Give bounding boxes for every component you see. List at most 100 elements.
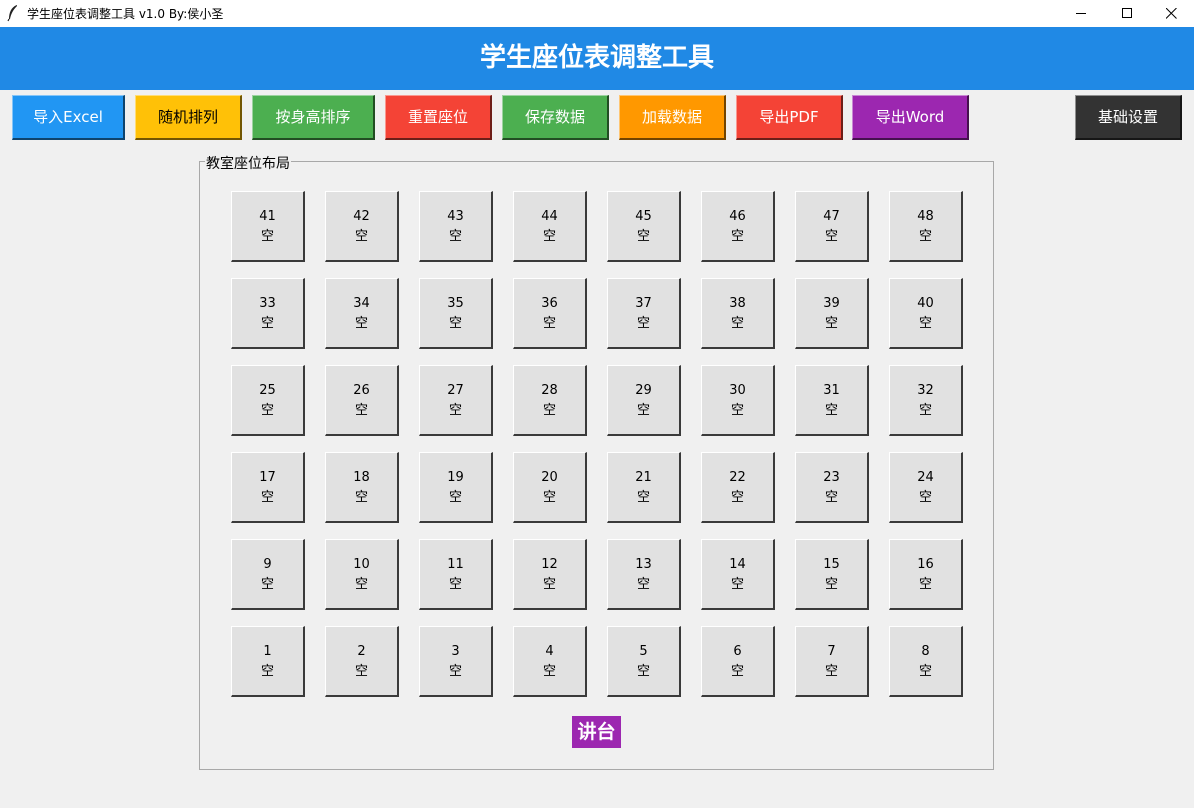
save-data-button[interactable]: 保存数据 bbox=[502, 95, 609, 140]
seat-status: 空 bbox=[260, 664, 274, 679]
seat-button[interactable]: 41 空 bbox=[231, 191, 305, 262]
seat-button[interactable]: 30 空 bbox=[701, 365, 775, 436]
seat-number: 12 bbox=[541, 557, 558, 572]
seat-button[interactable]: 31 空 bbox=[795, 365, 869, 436]
seat-number: 11 bbox=[447, 557, 464, 572]
random-arrange-button[interactable]: 随机排列 bbox=[135, 95, 242, 140]
seat-button[interactable]: 21 空 bbox=[607, 452, 681, 523]
export-word-button[interactable]: 导出Word bbox=[852, 95, 969, 140]
seat-status: 空 bbox=[354, 490, 368, 505]
seat-button[interactable]: 15 空 bbox=[795, 539, 869, 610]
seat-button[interactable]: 6空 bbox=[701, 626, 775, 697]
seat-button[interactable]: 29 空 bbox=[607, 365, 681, 436]
seat-button[interactable]: 28 空 bbox=[513, 365, 587, 436]
seat-button[interactable]: 36 空 bbox=[513, 278, 587, 349]
seat-button[interactable]: 12 空 bbox=[513, 539, 587, 610]
seat-button[interactable]: 1空 bbox=[231, 626, 305, 697]
title-bar: 学生座位表调整工具 v1.0 By:侯小圣 bbox=[0, 0, 1194, 27]
seat-button[interactable]: 37 空 bbox=[607, 278, 681, 349]
seat-button[interactable]: 39 空 bbox=[795, 278, 869, 349]
seat-status: 空 bbox=[824, 577, 838, 592]
seat-button[interactable]: 46 空 bbox=[701, 191, 775, 262]
seat-status: 空 bbox=[354, 664, 368, 679]
seat-button[interactable]: 22 空 bbox=[701, 452, 775, 523]
seat-button[interactable]: 20 空 bbox=[513, 452, 587, 523]
seat-status: 空 bbox=[542, 316, 556, 331]
seat-button[interactable]: 25 空 bbox=[231, 365, 305, 436]
classroom-frame bbox=[199, 161, 994, 770]
minimize-button[interactable] bbox=[1058, 0, 1104, 27]
seat-button[interactable]: 8空 bbox=[889, 626, 963, 697]
seat-button[interactable]: 14 空 bbox=[701, 539, 775, 610]
seat-button[interactable]: 18 空 bbox=[325, 452, 399, 523]
seat-button[interactable]: 32 空 bbox=[889, 365, 963, 436]
sort-by-height-button[interactable]: 按身高排序 bbox=[252, 95, 375, 140]
seat-number: 43 bbox=[447, 209, 464, 224]
seat-button[interactable]: 3空 bbox=[419, 626, 493, 697]
seat-number: 35 bbox=[447, 296, 464, 311]
seat-button[interactable]: 26 空 bbox=[325, 365, 399, 436]
seat-button[interactable]: 45 空 bbox=[607, 191, 681, 262]
seat-number: 16 bbox=[917, 557, 934, 572]
seat-number: 34 bbox=[353, 296, 370, 311]
seat-status: 空 bbox=[918, 577, 932, 592]
seat-number: 32 bbox=[917, 383, 934, 398]
seat-status: 空 bbox=[448, 316, 462, 331]
seat-button[interactable]: 47 空 bbox=[795, 191, 869, 262]
seat-number: 37 bbox=[635, 296, 652, 311]
app-header: 学生座位表调整工具 bbox=[0, 27, 1194, 90]
seat-button[interactable]: 24 空 bbox=[889, 452, 963, 523]
import-excel-button[interactable]: 导入Excel bbox=[12, 95, 125, 140]
seat-status: 空 bbox=[918, 664, 932, 679]
seat-status: 空 bbox=[260, 490, 274, 505]
seat-number: 8 bbox=[921, 644, 930, 659]
seat-status: 空 bbox=[542, 664, 556, 679]
seat-button[interactable]: 9空 bbox=[231, 539, 305, 610]
basic-settings-button[interactable]: 基础设置 bbox=[1075, 95, 1182, 140]
seat-button[interactable]: 10 空 bbox=[325, 539, 399, 610]
seat-status: 空 bbox=[824, 490, 838, 505]
seat-number: 21 bbox=[635, 470, 652, 485]
seat-button[interactable]: 42 空 bbox=[325, 191, 399, 262]
seat-number: 33 bbox=[259, 296, 276, 311]
seat-button[interactable]: 17 空 bbox=[231, 452, 305, 523]
seat-status: 空 bbox=[636, 664, 650, 679]
maximize-button[interactable] bbox=[1104, 0, 1150, 27]
seat-status: 空 bbox=[260, 577, 274, 592]
seat-button[interactable]: 16 空 bbox=[889, 539, 963, 610]
seat-button[interactable]: 11 空 bbox=[419, 539, 493, 610]
seat-button[interactable]: 2空 bbox=[325, 626, 399, 697]
seat-button[interactable]: 48 空 bbox=[889, 191, 963, 262]
seat-number: 38 bbox=[729, 296, 746, 311]
seat-number: 47 bbox=[823, 209, 840, 224]
seat-status: 空 bbox=[730, 577, 744, 592]
seat-button[interactable]: 19 空 bbox=[419, 452, 493, 523]
load-data-button[interactable]: 加载数据 bbox=[619, 95, 726, 140]
seat-button[interactable]: 38 空 bbox=[701, 278, 775, 349]
seat-number: 7 bbox=[827, 644, 836, 659]
classroom-title: 教室座位布局 bbox=[205, 153, 291, 173]
seat-button[interactable]: 5空 bbox=[607, 626, 681, 697]
seat-status: 空 bbox=[542, 229, 556, 244]
seat-number: 1 bbox=[263, 644, 272, 659]
feather-icon bbox=[7, 5, 17, 22]
seat-status: 空 bbox=[354, 229, 368, 244]
seat-button[interactable]: 13 空 bbox=[607, 539, 681, 610]
seat-button[interactable]: 33 空 bbox=[231, 278, 305, 349]
seat-button[interactable]: 40 空 bbox=[889, 278, 963, 349]
export-pdf-button[interactable]: 导出PDF bbox=[736, 95, 843, 140]
seat-status: 空 bbox=[354, 316, 368, 331]
seat-button[interactable]: 4空 bbox=[513, 626, 587, 697]
seat-number: 23 bbox=[823, 470, 840, 485]
seat-status: 空 bbox=[354, 403, 368, 418]
seat-status: 空 bbox=[542, 490, 556, 505]
seat-button[interactable]: 35 空 bbox=[419, 278, 493, 349]
reset-seats-button[interactable]: 重置座位 bbox=[385, 95, 492, 140]
seat-button[interactable]: 7空 bbox=[795, 626, 869, 697]
seat-button[interactable]: 43 空 bbox=[419, 191, 493, 262]
seat-button[interactable]: 27 空 bbox=[419, 365, 493, 436]
seat-button[interactable]: 44 空 bbox=[513, 191, 587, 262]
close-button[interactable] bbox=[1148, 0, 1194, 27]
seat-button[interactable]: 34 空 bbox=[325, 278, 399, 349]
seat-button[interactable]: 23 空 bbox=[795, 452, 869, 523]
